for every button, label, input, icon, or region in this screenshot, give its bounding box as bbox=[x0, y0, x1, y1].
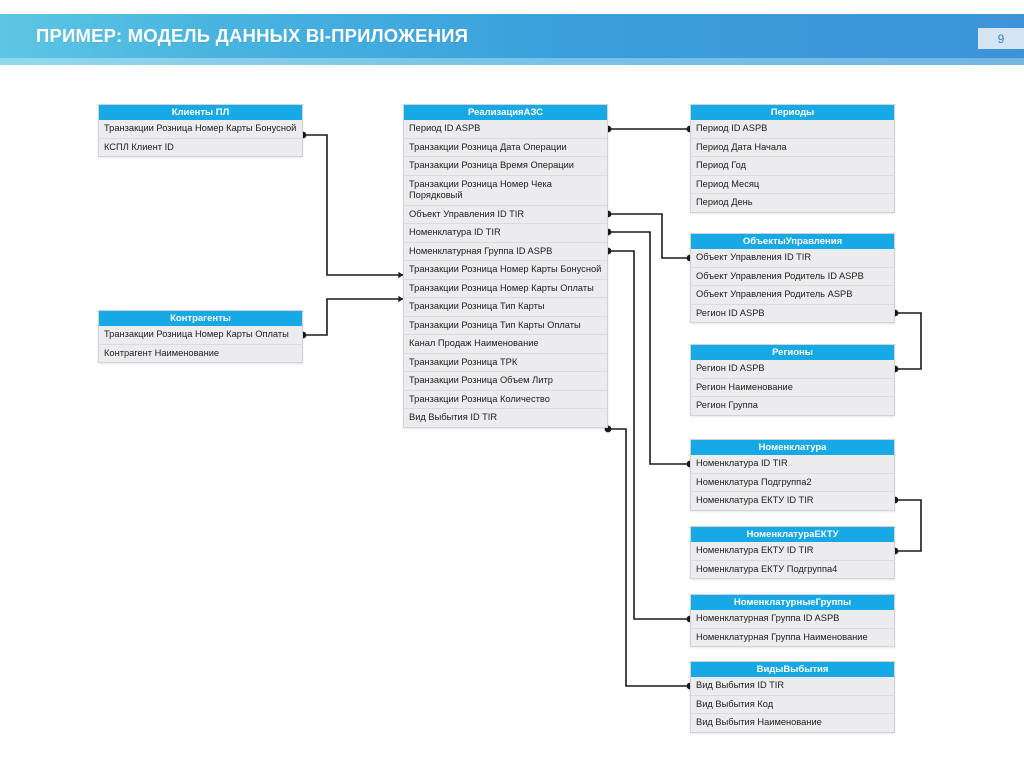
entity-table-realizaciya-azs: РеализацияАЗС Период ID ASPB Транзакции Ро… bbox=[403, 104, 608, 428]
entity-field: Номенклатура ЕКТУ ID TIR bbox=[691, 491, 894, 510]
connector-realizaciya-nomenklatura bbox=[608, 231, 690, 465]
entity-field: Номенклатура ЕКТУ Подгруппа4 bbox=[691, 559, 894, 578]
page-number-badge: 9 bbox=[978, 28, 1024, 49]
entity-field: Номенклатура Подгруппа2 bbox=[691, 472, 894, 491]
entity-field: Вид Выбытия ID TIR bbox=[691, 677, 894, 695]
entity-title-periody: Периоды bbox=[691, 105, 894, 120]
entity-title-nomenklatura-ektu: НоменклатураЕКТУ bbox=[691, 527, 894, 542]
entity-fields-nomenklatura-ektu: Номенклатура ЕКТУ ID TIR Номенклатура ЕКТ… bbox=[691, 542, 894, 578]
connector-realizaciya-nomgruppy bbox=[608, 250, 690, 620]
entity-field: Период День bbox=[691, 193, 894, 212]
entity-fields-periody: Период ID ASPB Период Дата Начала Период Г… bbox=[691, 120, 894, 212]
entity-table-regiony: Регионы Регион ID ASPB Регион Наименование… bbox=[690, 344, 895, 416]
entity-field: Контрагент Наименование bbox=[99, 343, 302, 362]
entity-field: Вид Выбытия ID TIR bbox=[404, 408, 607, 427]
entity-title-kontragenty: Контрагенты bbox=[99, 311, 302, 326]
entity-table-nomenklaturnye-gruppy: НоменклатурныеГруппы Номенклатурная Групп… bbox=[690, 594, 895, 647]
entity-table-obekty-upravleniya: ОбъектыУправления Объект Управления ID TI… bbox=[690, 233, 895, 323]
entity-field: Номенклатура ID TIR bbox=[404, 223, 607, 242]
entity-table-vidy-vybytiya: ВидыВыбытия Вид Выбытия ID TIR Вид Выбытия… bbox=[690, 661, 895, 733]
entity-field: Транзакции Розница Номер Чека Порядковый bbox=[404, 174, 607, 205]
connector-nomenklatura-ektu bbox=[895, 499, 922, 552]
entity-field: Период ID ASPB bbox=[691, 120, 894, 138]
entity-title-vidy-vybytiya: ВидыВыбытия bbox=[691, 662, 894, 677]
connector-klienty-realizaciya bbox=[303, 134, 403, 276]
entity-table-nomenklatura: Номенклатура Номенклатура ID TIR Номенклат… bbox=[690, 439, 895, 511]
entity-title-klienty-pl: Клиенты ПЛ bbox=[99, 105, 302, 120]
entity-field: Транзакции Розница Тип Карты Оплаты bbox=[404, 315, 607, 334]
entity-field: Объект Управления ID TIR bbox=[691, 249, 894, 267]
entity-table-klienty-pl: Клиенты ПЛ Транзакции Розница Номер Карты… bbox=[98, 104, 303, 157]
entity-field: Регион ID ASPB bbox=[691, 303, 894, 322]
entity-fields-nomenklatura: Номенклатура ID TIR Номенклатура Подгрупп… bbox=[691, 455, 894, 510]
entity-title-nomenklaturnye-gruppy: НоменклатурныеГруппы bbox=[691, 595, 894, 610]
entity-field: Номенклатура ЕКТУ ID TIR bbox=[691, 542, 894, 560]
entity-field: Вид Выбытия Наименование bbox=[691, 713, 894, 732]
entity-field: Период Месяц bbox=[691, 174, 894, 193]
entity-field: Вид Выбытия Код bbox=[691, 694, 894, 713]
entity-field: Объект Управления ID TIR bbox=[404, 204, 607, 223]
entity-field: Период Год bbox=[691, 156, 894, 175]
entity-field: Период ID ASPB bbox=[404, 120, 607, 138]
entity-title-nomenklatura: Номенклатура bbox=[691, 440, 894, 455]
entity-field: Номенклатурная Группа ID ASPB bbox=[691, 610, 894, 628]
entity-table-periody: Периоды Период ID ASPB Период Дата Начала П… bbox=[690, 104, 895, 213]
entity-fields-realizaciya-azs: Период ID ASPB Транзакции Розница Дата Оп… bbox=[404, 120, 607, 427]
entity-field: Регион Группа bbox=[691, 396, 894, 415]
entity-field: Транзакции Розница Объем Литр bbox=[404, 371, 607, 390]
entity-field: Период Дата Начала bbox=[691, 137, 894, 156]
entity-fields-klienty-pl: Транзакции Розница Номер Карты Бонусной К… bbox=[99, 120, 302, 156]
entity-fields-kontragenty: Транзакции Розница Номер Карты Оплаты Кон… bbox=[99, 326, 302, 362]
entity-fields-regiony: Регион ID ASPB Регион Наименование Регион … bbox=[691, 360, 894, 415]
entity-table-kontragenty: Контрагенты Транзакции Розница Номер Карт… bbox=[98, 310, 303, 363]
connector-obekty-regiony bbox=[895, 312, 922, 370]
header-underline bbox=[0, 58, 1024, 65]
entity-fields-obekty-upravleniya: Объект Управления ID TIR Объект Управлени… bbox=[691, 249, 894, 322]
entity-field: Транзакции Розница Номер Карты Бонусной bbox=[404, 260, 607, 279]
entity-title-obekty-upravleniya: ОбъектыУправления bbox=[691, 234, 894, 249]
entity-field: Транзакции Розница Тип Карты bbox=[404, 297, 607, 316]
entity-field: Транзакции Розница Количество bbox=[404, 389, 607, 408]
entity-field: КСПЛ Клиент ID bbox=[99, 137, 302, 156]
entity-title-realizaciya-azs: РеализацияАЗС bbox=[404, 105, 607, 120]
entity-field: Номенклатура ID TIR bbox=[691, 455, 894, 473]
entity-field: Транзакции Розница Номер Карты Оплаты bbox=[404, 278, 607, 297]
entity-field: Регион ID ASPB bbox=[691, 360, 894, 378]
entity-title-regiony: Регионы bbox=[691, 345, 894, 360]
entity-fields-vidy-vybytiya: Вид Выбытия ID TIR Вид Выбытия Код Вид Выб… bbox=[691, 677, 894, 732]
connector-realizaciya-vidyvybytiya bbox=[608, 428, 690, 687]
entity-field: Объект Управления Родитель ID ASPB bbox=[691, 266, 894, 285]
slide-header: ПРИМЕР: МОДЕЛЬ ДАННЫХ BI-ПРИЛОЖЕНИЯ bbox=[0, 14, 1024, 58]
entity-field: Канал Продаж Наименование bbox=[404, 334, 607, 353]
entity-field: Регион Наименование bbox=[691, 377, 894, 396]
entity-field: Транзакции Розница Номер Карты Бонусной bbox=[99, 120, 302, 138]
entity-table-nomenklatura-ektu: НоменклатураЕКТУ Номенклатура ЕКТУ ID TIR… bbox=[690, 526, 895, 579]
entity-field: Транзакции Розница Время Операции bbox=[404, 156, 607, 175]
er-diagram-canvas: Клиенты ПЛ Транзакции Розница Номер Карты… bbox=[0, 65, 1024, 767]
connector-realizaciya-obekty bbox=[608, 213, 690, 259]
connector-kontragenty-realizaciya bbox=[303, 298, 403, 336]
entity-field: Транзакции Розница Дата Операции bbox=[404, 137, 607, 156]
entity-field: Транзакции Розница Номер Карты Оплаты bbox=[99, 326, 302, 344]
entity-field: Номенклатурная Группа Наименование bbox=[691, 627, 894, 646]
entity-fields-nomenklaturnye-gruppy: Номенклатурная Группа ID ASPB Номенклатур… bbox=[691, 610, 894, 646]
entity-field: Объект Управления Родитель ASPB bbox=[691, 285, 894, 304]
entity-field: Номенклатурная Группа ID ASPB bbox=[404, 241, 607, 260]
page-title: ПРИМЕР: МОДЕЛЬ ДАННЫХ BI-ПРИЛОЖЕНИЯ bbox=[36, 25, 469, 46]
entity-field: Транзакции Розница ТРК bbox=[404, 352, 607, 371]
